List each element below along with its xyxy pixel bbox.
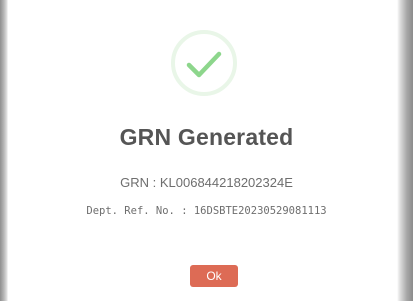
- dept-ref-value: 16DSBTE20230529081113: [193, 205, 327, 217]
- screen: GRN Generated GRN : KL006844218202324E D…: [0, 0, 413, 301]
- grn-value: KL006844218202324E: [159, 175, 293, 190]
- grn-label: GRN :: [120, 175, 157, 190]
- success-checkmark-icon: [171, 30, 237, 96]
- ok-button[interactable]: Ok: [190, 265, 238, 287]
- dialog-title: GRN Generated: [119, 124, 294, 150]
- grn-text: GRN : KL006844218202324E: [0, 175, 413, 190]
- dept-ref-label: Dept. Ref. No. :: [86, 205, 188, 217]
- dept-ref-text: Dept. Ref. No. : 16DSBTE20230529081113: [0, 205, 413, 217]
